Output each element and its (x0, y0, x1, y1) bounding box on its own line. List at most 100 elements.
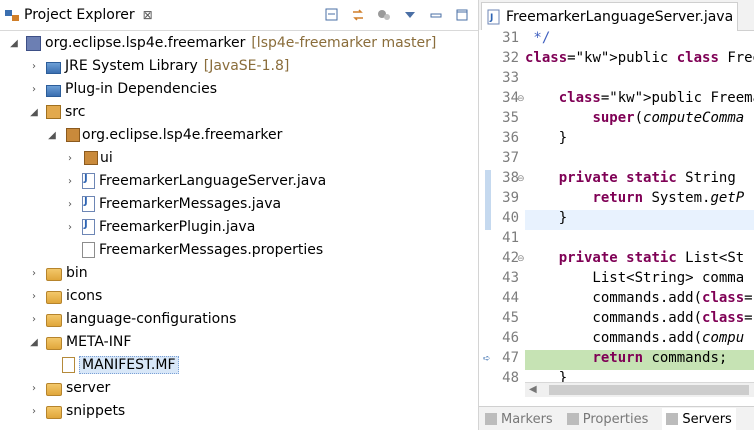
collapsed-arrow-icon[interactable]: › (28, 290, 40, 302)
expanded-arrow-icon[interactable]: ◢ (46, 129, 58, 141)
collapsed-arrow-icon[interactable]: › (64, 152, 76, 164)
project-explorer-title: Project Explorer (24, 7, 135, 23)
tree-item-properties-file[interactable]: FreemarkerMessages.properties (82, 239, 323, 261)
line-number: 36 (502, 130, 519, 146)
editor-tab-title: FreemarkerLanguageServer.java (506, 9, 734, 25)
line-number: 31 (502, 30, 519, 46)
editor-tab[interactable]: J FreemarkerLanguageServer.java (481, 2, 739, 31)
tree-item-java-file[interactable]: › FreemarkerMessages.java (64, 193, 281, 215)
folder-icon (46, 314, 62, 327)
code-line[interactable]: class="kw">public class FreemarkerLa (525, 50, 754, 70)
package-icon (84, 151, 98, 165)
git-decoration: [lsp4e-freemarker master] (251, 35, 437, 51)
project-icon (26, 35, 41, 51)
tree-item-jre[interactable]: › JRE System Library [JavaSE-1.8] (28, 55, 289, 77)
maximize-icon[interactable] (454, 7, 470, 23)
editor-tabbar: J FreemarkerLanguageServer.java (479, 0, 754, 31)
code-line[interactable]: commands.add(class="str">"java (525, 290, 754, 310)
tree-item-bin[interactable]: › bin (28, 262, 88, 284)
library-decoration: [JavaSE-1.8] (203, 58, 290, 74)
tree-item-server[interactable]: › server (28, 377, 110, 399)
tab-label: Properties (582, 411, 649, 427)
folder-icon (46, 383, 62, 396)
fold-toggle-icon[interactable]: ⊖ (517, 174, 525, 184)
code-area[interactable]: */class="kw">public class FreemarkerLa c… (525, 30, 754, 398)
code-line[interactable]: private static String (525, 170, 754, 190)
code-line[interactable]: } (525, 210, 754, 230)
tree-item-package[interactable]: ◢ org.eclipse.lsp4e.freemarker (46, 124, 282, 146)
fold-toggle-icon[interactable]: ⊖ (517, 94, 525, 104)
expanded-arrow-icon[interactable]: ◢ (28, 106, 40, 118)
tree-item-snippets[interactable]: › snippets (28, 400, 125, 422)
manifest-file-icon (62, 357, 75, 373)
tree-item-ui[interactable]: › ui (64, 147, 113, 169)
link-with-editor-icon[interactable] (350, 7, 366, 23)
code-line[interactable] (525, 70, 754, 90)
tree-item-label: FreemarkerMessages.properties (99, 242, 324, 258)
code-line[interactable]: } (525, 130, 754, 150)
tab-label: Markers (501, 411, 553, 427)
project-explorer-tabbar: Project Explorer ⊠ (0, 0, 478, 31)
collapsed-arrow-icon[interactable]: › (28, 382, 40, 394)
line-number: 37 (502, 150, 519, 166)
tree-item-meta-inf[interactable]: ◢ META-INF (28, 331, 131, 353)
scroll-left-icon[interactable]: ◀ (529, 384, 537, 395)
fold-toggle-icon[interactable]: ⊖ (517, 254, 525, 264)
collapse-all-icon[interactable] (324, 7, 340, 23)
java-file-icon: J (486, 9, 502, 25)
tree-item-manifest[interactable]: MANIFEST.MF (62, 354, 179, 376)
collapsed-arrow-icon[interactable]: › (28, 267, 40, 279)
minimize-icon[interactable] (428, 7, 444, 23)
collapsed-arrow-icon[interactable]: › (28, 83, 40, 95)
folder-icon (46, 268, 62, 281)
close-view-icon[interactable]: ⊠ (143, 8, 153, 22)
tree-item-label: org.eclipse.lsp4e.freemarker (45, 35, 246, 51)
code-line[interactable]: private static List<St (525, 250, 754, 270)
line-number: 43 (502, 270, 519, 286)
tree-item-plugin-deps[interactable]: › Plug-in Dependencies (28, 78, 217, 100)
collapsed-arrow-icon[interactable]: › (28, 405, 40, 417)
scrollbar-thumb[interactable] (549, 385, 749, 395)
line-number: 42 (502, 250, 519, 266)
collapsed-arrow-icon[interactable]: › (28, 313, 40, 325)
tab-servers[interactable]: Servers (662, 408, 736, 430)
collapsed-arrow-icon[interactable]: › (28, 60, 40, 72)
tree-item-label: org.eclipse.lsp4e.freemarker (82, 127, 283, 143)
collapsed-arrow-icon[interactable]: › (64, 221, 76, 233)
line-number: 38 (502, 170, 519, 186)
java-file-icon (82, 196, 95, 212)
folder-icon (46, 406, 62, 419)
collapsed-arrow-icon[interactable]: › (64, 175, 76, 187)
tree-item-language-configurations[interactable]: › language-configurations (28, 308, 236, 330)
filters-icon[interactable] (376, 7, 392, 23)
code-line[interactable]: return commands; (525, 350, 754, 370)
line-number: 44 (502, 290, 519, 306)
expanded-arrow-icon[interactable]: ◢ (8, 37, 20, 49)
code-line[interactable]: commands.add(class="str">"-jar (525, 310, 754, 330)
expanded-arrow-icon[interactable]: ◢ (28, 336, 40, 348)
tree-item-src[interactable]: ◢ src (28, 101, 85, 123)
tree-item-icons[interactable]: › icons (28, 285, 102, 307)
source-folder-icon (46, 105, 61, 119)
tree-item-java-file[interactable]: › FreemarkerPlugin.java (64, 216, 255, 238)
code-line[interactable]: commands.add(compu (525, 330, 754, 350)
tab-properties[interactable]: Properties (566, 411, 649, 427)
code-line[interactable]: class="kw">public FreemarkerLangu (525, 90, 754, 110)
code-line[interactable] (525, 150, 754, 170)
line-number: 32 (502, 50, 519, 66)
code-line[interactable] (525, 230, 754, 250)
tree-item-label: FreemarkerPlugin.java (99, 219, 256, 235)
tab-markers[interactable]: Markers (485, 412, 553, 427)
line-number: 45 (502, 310, 519, 326)
code-line[interactable]: List<String> comma (525, 270, 754, 290)
horizontal-scrollbar[interactable]: ◀ (525, 382, 754, 397)
tree-item-label-selected: MANIFEST.MF (79, 356, 179, 374)
collapsed-arrow-icon[interactable]: › (64, 198, 76, 210)
code-line[interactable]: */ (525, 30, 754, 50)
code-line[interactable]: super(computeComma (525, 110, 754, 130)
view-menu-icon[interactable] (402, 7, 418, 23)
code-line[interactable]: return System.getP (525, 190, 754, 210)
tree-item-project[interactable]: ◢ org.eclipse.lsp4e.freemarker [lsp4e-fr… (8, 32, 436, 54)
project-explorer-tab[interactable]: Project Explorer ⊠ (0, 0, 153, 30)
tree-item-java-file[interactable]: › FreemarkerLanguageServer.java (64, 170, 326, 192)
